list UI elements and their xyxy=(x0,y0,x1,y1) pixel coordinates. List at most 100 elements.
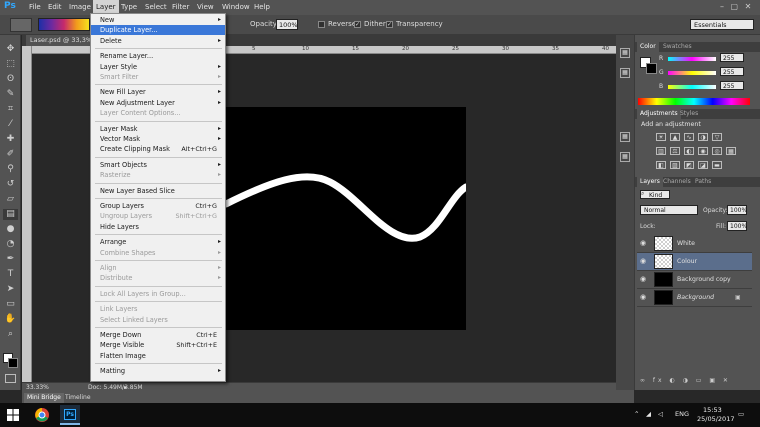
workspace-switcher[interactable]: Essentials xyxy=(690,19,754,30)
tab-styles[interactable]: Styles xyxy=(677,109,701,119)
network-icon[interactable]: ◢ xyxy=(646,410,651,418)
history-panel-icon[interactable]: ▦ xyxy=(620,48,630,58)
blur-tool-icon[interactable]: ● xyxy=(3,224,18,235)
black-white-icon[interactable]: ◐ xyxy=(684,147,694,155)
shape-tool-icon[interactable]: ▭ xyxy=(3,299,18,310)
background-color-swatch[interactable] xyxy=(8,358,18,368)
marquee-tool-icon[interactable]: ⬚ xyxy=(3,59,18,70)
menu-item-hide-layers[interactable]: Hide Layers xyxy=(91,222,225,232)
chrome-icon[interactable] xyxy=(32,405,52,425)
zoom-level[interactable]: 33.33% xyxy=(26,384,49,391)
tab-adjustments[interactable]: Adjustments xyxy=(637,109,681,119)
menu-item-delete[interactable]: Delete ▸ xyxy=(91,36,225,46)
exposure-icon[interactable]: ◑ xyxy=(698,133,708,141)
menu-item-layer-mask[interactable]: Layer Mask ▸ xyxy=(91,124,225,134)
channel-slider-g[interactable] xyxy=(668,71,716,75)
menu-item-vector-mask[interactable]: Vector Mask ▸ xyxy=(91,134,225,144)
eye-icon[interactable]: ◉ xyxy=(640,257,650,267)
menu-file[interactable]: File xyxy=(26,0,44,15)
posterize-icon[interactable]: ▨ xyxy=(670,161,680,169)
tab-color[interactable]: Color xyxy=(637,42,659,52)
eyedropper-tool-icon[interactable]: ⁄ xyxy=(3,119,18,130)
menu-item-duplicate-layer[interactable]: Duplicate Layer... xyxy=(91,25,225,36)
menu-item-arrange[interactable]: Arrange ▸ xyxy=(91,237,225,247)
menu-item-flatten-image[interactable]: Flatten Image xyxy=(91,351,225,361)
channel-value-b[interactable]: 255 xyxy=(720,81,744,90)
lasso-tool-icon[interactable]: ʘ xyxy=(3,74,18,85)
curves-icon[interactable]: ∿ xyxy=(684,133,694,141)
windows-start-icon[interactable] xyxy=(7,409,19,421)
fill-field[interactable]: 100% xyxy=(727,221,747,231)
clone-stamp-icon[interactable]: ⚲ xyxy=(3,164,18,175)
tab-paths[interactable]: Paths xyxy=(692,177,714,187)
gradient-picker[interactable] xyxy=(38,18,90,31)
hue-saturation-icon[interactable]: ▥ xyxy=(656,147,666,155)
brightness-contrast-icon[interactable]: ☀ xyxy=(656,133,666,141)
status-menu-arrow-icon[interactable]: ▸ xyxy=(124,384,127,391)
close-icon[interactable]: ✕ xyxy=(745,2,752,11)
vibrance-icon[interactable]: ▽ xyxy=(712,133,722,141)
menu-item-new[interactable]: New ▸ xyxy=(91,15,225,25)
color-lookup-icon[interactable]: ▦ xyxy=(726,147,736,155)
dodge-tool-icon[interactable]: ◔ xyxy=(3,239,18,250)
quick-mask-icon[interactable] xyxy=(5,374,16,383)
menu-item-create-clipping-mask[interactable]: Create Clipping Mask Alt+Ctrl+G xyxy=(91,144,225,154)
eye-icon[interactable]: ◉ xyxy=(640,293,650,303)
invert-icon[interactable]: ◧ xyxy=(656,161,666,169)
menu-item-layer-style[interactable]: Layer Style ▸ xyxy=(91,62,225,72)
menu-item-new-adjustment-layer[interactable]: New Adjustment Layer ▸ xyxy=(91,98,225,108)
photoshop-taskbar-icon[interactable]: Ps xyxy=(60,405,80,425)
menu-item-group-layers[interactable]: Group Layers Ctrl+G xyxy=(91,201,225,211)
clock-time[interactable]: 15:53 xyxy=(703,406,722,414)
eraser-tool-icon[interactable]: ▱ xyxy=(3,194,18,205)
menu-edit[interactable]: Edit xyxy=(45,0,65,15)
tab-mini-bridge[interactable]: Mini Bridge xyxy=(24,393,64,403)
channel-slider-b[interactable] xyxy=(668,85,716,89)
transparency-checkbox[interactable]: ✓ xyxy=(386,21,393,28)
type-tool-icon[interactable]: T xyxy=(3,269,18,280)
paragraph-panel-icon[interactable]: ▦ xyxy=(620,152,630,162)
eye-icon[interactable]: ◉ xyxy=(640,275,650,285)
channel-mixer-icon[interactable]: ◎ xyxy=(712,147,722,155)
menu-item-merge-down[interactable]: Merge Down Ctrl+E xyxy=(91,330,225,340)
brush-tool-icon[interactable]: ✐ xyxy=(3,149,18,160)
pen-tool-icon[interactable]: ✒ xyxy=(3,254,18,265)
tab-layers[interactable]: Layers xyxy=(637,177,663,187)
gradient-map-icon[interactable]: ▬ xyxy=(712,161,722,169)
menu-item-smart-objects[interactable]: Smart Objects ▸ xyxy=(91,160,225,170)
levels-icon[interactable]: ▲ xyxy=(670,133,680,141)
channel-value-r[interactable]: 255 xyxy=(720,53,744,62)
dither-checkbox[interactable]: ✓ xyxy=(354,21,361,28)
gradient-tool-icon[interactable]: ▤ xyxy=(3,209,18,220)
filter-kind-select[interactable]: Kind xyxy=(640,190,670,199)
maximize-icon[interactable]: ▢ xyxy=(731,2,739,11)
volume-icon[interactable]: ◁ xyxy=(658,410,663,418)
brush-panel-icon[interactable]: ▦ xyxy=(620,132,630,142)
properties-panel-icon[interactable]: ▦ xyxy=(620,68,630,78)
channel-value-g[interactable]: 255 xyxy=(720,67,744,76)
tab-channels[interactable]: Channels xyxy=(660,177,694,187)
menu-item-new-fill-layer[interactable]: New Fill Layer ▸ xyxy=(91,87,225,97)
layer-opacity-field[interactable]: 100% xyxy=(727,205,747,215)
menu-item-new-layer-based-slice[interactable]: New Layer Based Slice xyxy=(91,186,225,196)
menu-item-matting[interactable]: Matting ▸ xyxy=(91,366,225,376)
tool-preset-picker[interactable] xyxy=(10,18,32,32)
menu-item-merge-visible[interactable]: Merge Visible Shift+Ctrl+E xyxy=(91,340,225,350)
history-brush-icon[interactable]: ↺ xyxy=(3,179,18,190)
eye-icon[interactable]: ◉ xyxy=(640,239,650,249)
menu-help[interactable]: Help xyxy=(251,0,273,15)
selective-color-icon[interactable]: ◪ xyxy=(698,161,708,169)
threshold-icon[interactable]: ◩ xyxy=(684,161,694,169)
color-balance-icon[interactable]: ⚖ xyxy=(670,147,680,155)
notifications-icon[interactable]: ▭ xyxy=(738,410,744,418)
minimize-icon[interactable]: – xyxy=(720,2,724,11)
channel-slider-r[interactable] xyxy=(668,57,716,61)
layers-footer-buttons[interactable]: ∞ fx ◐ ◑ ▭ ▣ ✕ xyxy=(640,377,750,387)
crop-tool-icon[interactable]: ⌗ xyxy=(3,104,18,115)
color-spectrum-bar[interactable] xyxy=(638,98,750,105)
background-color-swatch[interactable] xyxy=(646,63,657,74)
path-select-icon[interactable]: ➤ xyxy=(3,284,18,295)
photo-filter-icon[interactable]: ◉ xyxy=(698,147,708,155)
tab-swatches[interactable]: Swatches xyxy=(660,42,695,52)
blend-mode-select[interactable]: Normal xyxy=(640,205,698,215)
